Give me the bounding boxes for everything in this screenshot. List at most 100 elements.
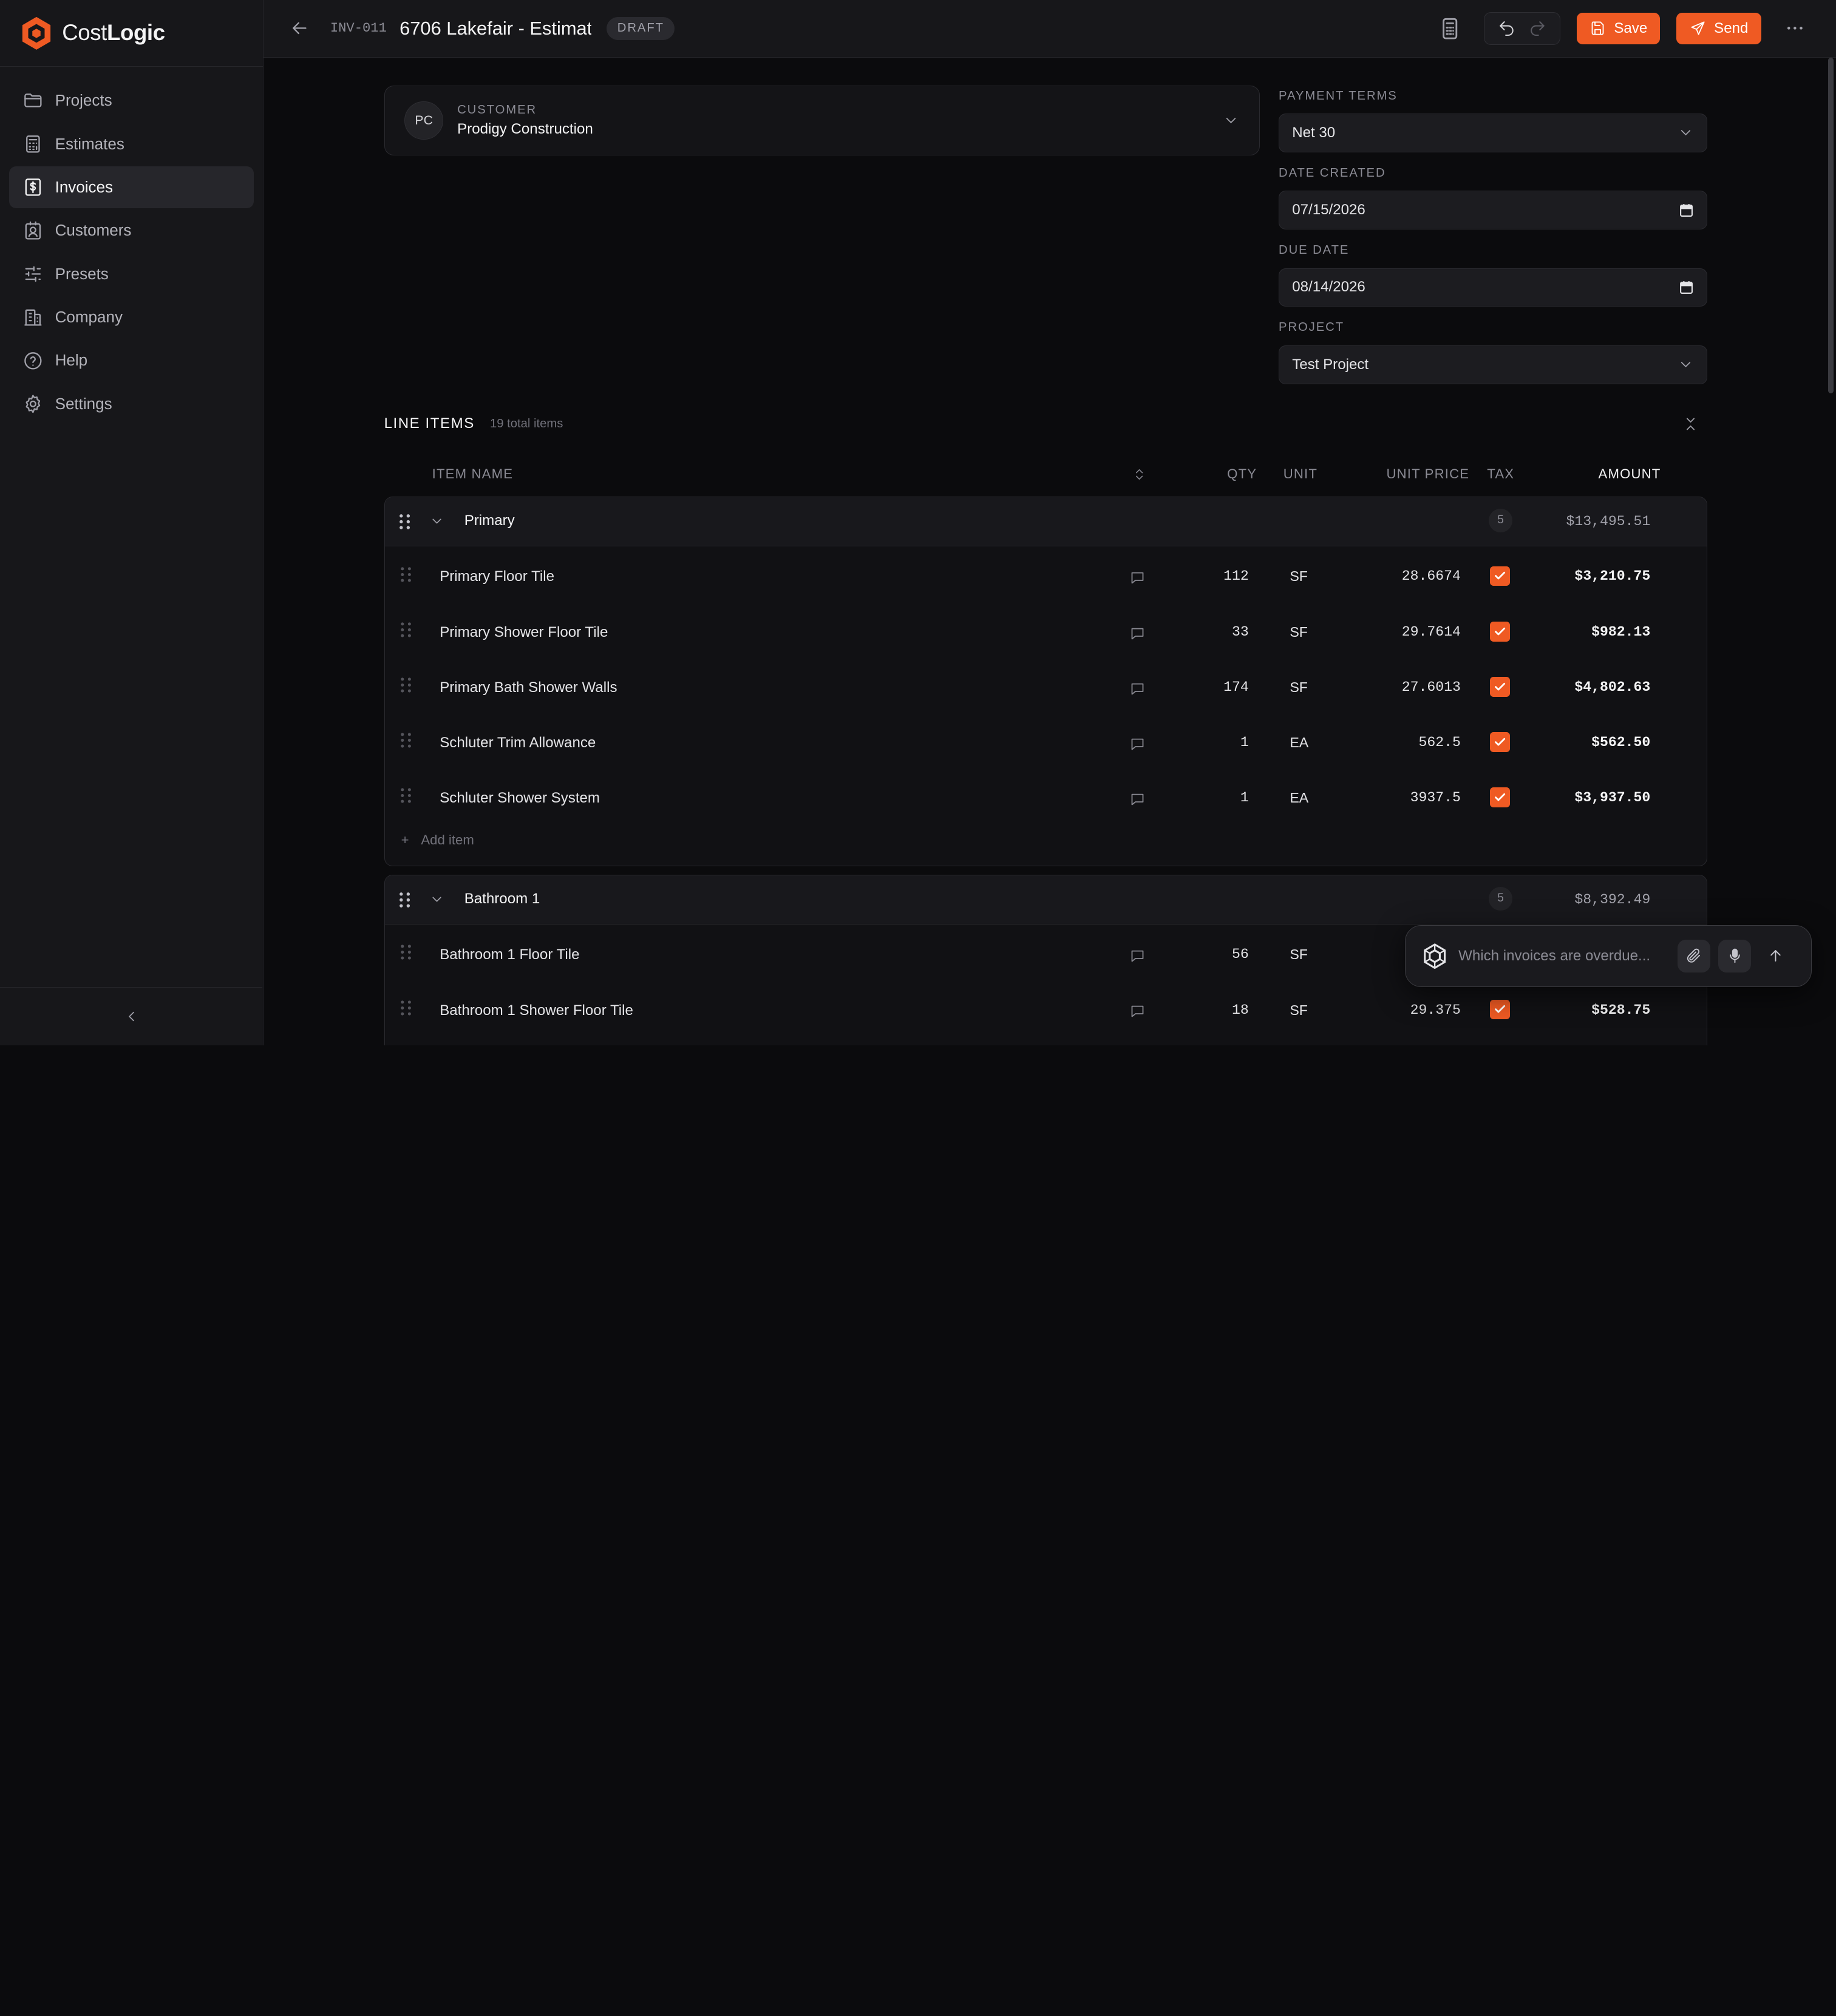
tax-checkbox[interactable] (1490, 676, 1510, 697)
voice-input-button[interactable] (1718, 939, 1752, 972)
sidebar-collapse-button[interactable] (0, 986, 262, 1045)
customer-selector[interactable]: PC CUSTOMER Prodigy Construction (384, 85, 1260, 156)
drag-handle-icon[interactable] (399, 566, 413, 583)
sort-icon[interactable] (1132, 467, 1146, 481)
item-name[interactable]: Primary Shower Floor Tile (440, 624, 608, 641)
item-qty[interactable]: 18 (1232, 1002, 1249, 1018)
item-name[interactable]: Schluter Trim Allowance (440, 735, 596, 752)
chevron-down-icon[interactable] (429, 892, 444, 907)
table-row[interactable]: Schluter Shower System 1 EA 3937.5 $3,93… (385, 768, 1707, 823)
item-name[interactable]: Primary Floor Tile (440, 568, 554, 585)
item-unit-price[interactable]: 28.6674 (1402, 568, 1461, 584)
assistant-chat-input[interactable] (1458, 947, 1670, 965)
table-row[interactable]: Primary Floor Tile 112 SF 28.6674 $3,210… (385, 546, 1707, 602)
group-header[interactable]: Bathroom 1 5 $8,392.49 (384, 875, 1707, 925)
tax-checkbox[interactable] (1490, 732, 1510, 752)
item-unit-price[interactable]: 27.6013 (1402, 679, 1461, 695)
due-date-input[interactable]: 08/14/2026 (1279, 268, 1707, 307)
drag-handle-icon[interactable] (399, 944, 413, 960)
calendar-icon[interactable] (1679, 280, 1694, 295)
tax-checkbox[interactable] (1490, 621, 1510, 642)
attach-button[interactable] (1677, 939, 1710, 972)
back-arrow-icon[interactable] (289, 18, 310, 39)
redo-icon[interactable] (1528, 19, 1547, 38)
sidebar-item-company[interactable]: Company (9, 296, 253, 338)
item-unit-price[interactable]: 29.7614 (1402, 624, 1461, 640)
sidebar-item-estimates[interactable]: Estimates (9, 123, 253, 165)
item-unit[interactable]: EA (1290, 790, 1308, 806)
tax-checkbox[interactable] (1490, 999, 1510, 1020)
item-unit[interactable]: EA (1290, 735, 1308, 751)
comment-icon[interactable] (1129, 791, 1146, 807)
item-qty[interactable]: 174 (1223, 679, 1249, 695)
check-icon (1495, 572, 1506, 580)
project-select[interactable]: Test Project (1279, 345, 1707, 384)
comment-icon[interactable] (1129, 736, 1146, 752)
drag-handle-icon[interactable] (398, 892, 412, 908)
group-name[interactable]: Bathroom 1 (464, 891, 540, 908)
sidebar-item-settings[interactable]: Settings (9, 383, 253, 425)
comment-icon[interactable] (1129, 625, 1146, 642)
scrollbar[interactable] (1827, 57, 1834, 393)
sidebar-item-customers[interactable]: Customers (9, 209, 253, 251)
sidebar-item-projects[interactable]: Projects (9, 80, 253, 121)
table-row[interactable]: Primary Bath Shower Walls 174 SF 27.6013… (385, 657, 1707, 712)
send-button[interactable]: Send (1676, 12, 1761, 44)
brand[interactable]: CostLogic (0, 0, 263, 67)
comment-icon[interactable] (1129, 948, 1146, 964)
tax-checkbox[interactable] (1490, 566, 1510, 586)
calendar-icon[interactable] (1679, 203, 1694, 218)
sidebar-item-presets[interactable]: Presets (9, 253, 253, 295)
group-header[interactable]: Primary 5 $13,495.51 (384, 497, 1707, 546)
sidebar-item-help[interactable]: Help (9, 339, 253, 381)
item-unit[interactable]: SF (1290, 624, 1308, 640)
sliders-icon (25, 266, 41, 282)
item-qty[interactable]: 112 (1223, 568, 1249, 584)
item-unit[interactable]: SF (1290, 946, 1308, 963)
table-row[interactable]: Bathroom 1 Shower Floor Tile 18 SF 29.37… (385, 980, 1707, 1035)
save-button[interactable]: Save (1576, 12, 1661, 44)
drag-handle-icon[interactable] (399, 677, 413, 693)
item-qty[interactable]: 56 (1232, 946, 1249, 962)
column-item-name[interactable]: ITEM NAME (432, 466, 514, 482)
item-name[interactable]: Bathroom 1 Shower Floor Tile (440, 1002, 633, 1019)
item-qty[interactable]: 33 (1232, 624, 1249, 640)
comment-icon[interactable] (1129, 680, 1146, 697)
item-unit[interactable]: SF (1290, 679, 1308, 696)
sidebar-item-invoices[interactable]: Invoices (9, 166, 254, 209)
drag-handle-icon[interactable] (398, 514, 412, 530)
undo-icon[interactable] (1497, 19, 1516, 38)
drag-handle-icon[interactable] (399, 1000, 413, 1016)
item-unit[interactable]: SF (1290, 1002, 1308, 1019)
date-created-input[interactable]: 07/15/2026 (1279, 191, 1707, 229)
dollar-receipt-icon (25, 178, 41, 196)
group-name[interactable]: Primary (464, 512, 515, 529)
payment-terms-select[interactable]: Net 30 (1279, 114, 1707, 152)
comment-icon[interactable] (1129, 569, 1146, 586)
drag-handle-icon[interactable] (399, 622, 413, 638)
tax-checkbox[interactable] (1490, 787, 1510, 808)
table-row[interactable]: Primary Shower Floor Tile 33 SF 29.7614 … (385, 602, 1707, 657)
item-unit-price[interactable]: 3937.5 (1410, 790, 1461, 806)
calculator-icon[interactable] (1437, 16, 1463, 41)
comment-icon[interactable] (1129, 1003, 1146, 1019)
table-row[interactable]: Schluter Trim Allowance 1 EA 562.5 $562.… (385, 712, 1707, 767)
item-unit-price[interactable]: 29.375 (1410, 1002, 1461, 1018)
document-title[interactable]: 6706 Lakefair - Estimate (399, 18, 591, 39)
item-name[interactable]: Bathroom 1 Floor Tile (440, 946, 579, 963)
drag-handle-icon[interactable] (399, 732, 413, 748)
item-name[interactable]: Primary Bath Shower Walls (440, 679, 617, 696)
chat-send-button[interactable] (1759, 940, 1792, 972)
project-label: PROJECT (1279, 321, 1345, 334)
item-unit-price[interactable]: 562.5 (1418, 735, 1460, 750)
item-unit[interactable]: SF (1290, 568, 1308, 585)
more-options-icon[interactable] (1784, 18, 1806, 39)
chevron-down-icon[interactable] (429, 514, 444, 529)
collapse-all-icon[interactable] (1682, 416, 1699, 432)
item-name[interactable]: Schluter Shower System (440, 790, 600, 807)
item-qty[interactable]: 1 (1240, 790, 1249, 806)
sidebar-item-label: Settings (55, 394, 112, 413)
item-qty[interactable]: 1 (1240, 735, 1249, 750)
drag-handle-icon[interactable] (399, 787, 413, 804)
add-item-button[interactable]: + Add item (385, 823, 1707, 858)
